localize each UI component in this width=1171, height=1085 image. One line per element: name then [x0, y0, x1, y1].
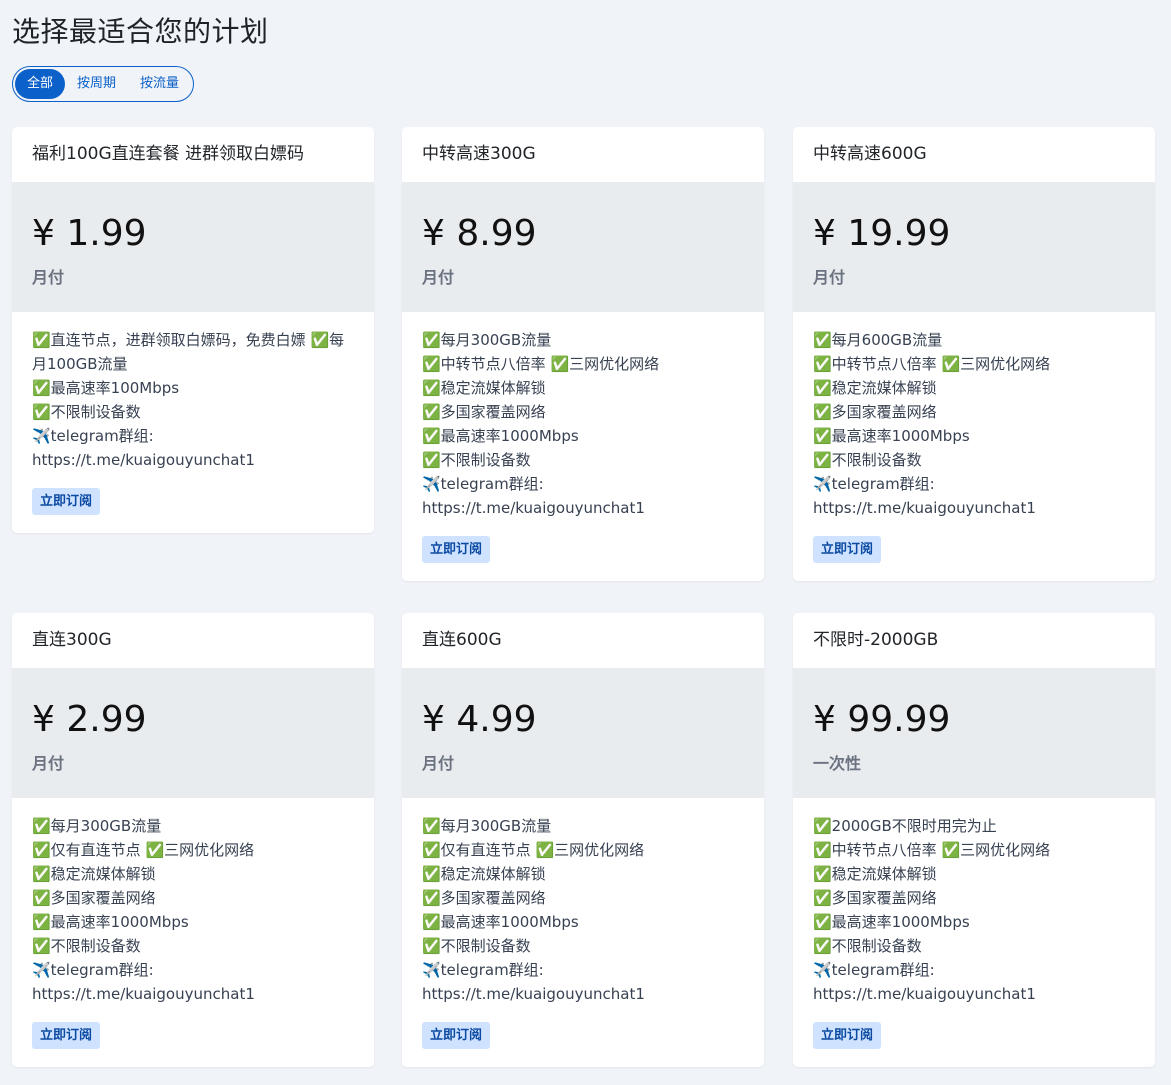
- plan-body: ✅直连节点，进群领取白嫖码，免费白嫖 ✅每月100GB流量 ✅最高速率100Mb…: [12, 312, 374, 533]
- filter-tab-all[interactable]: 全部: [15, 69, 66, 99]
- plan-features: ✅每月300GB流量 ✅中转节点八倍率 ✅三网优化网络 ✅稳定流媒体解锁 ✅多国…: [422, 331, 660, 517]
- plan-features: ✅每月600GB流量 ✅中转节点八倍率 ✅三网优化网络 ✅稳定流媒体解锁 ✅多国…: [813, 331, 1051, 517]
- plan-cycle: 月付: [422, 754, 455, 773]
- plan-cycle: 一次性: [813, 754, 862, 773]
- plan-body: ✅2000GB不限时用完为止 ✅中转节点八倍率 ✅三网优化网络 ✅稳定流媒体解锁…: [793, 798, 1155, 1067]
- plan-card: 直连600G ¥ 4.99 月付 ✅每月300GB流量 ✅仅有直连节点 ✅三网优…: [402, 613, 764, 1067]
- plan-price-box: ¥ 8.99 月付: [402, 182, 764, 312]
- plan-body: ✅每月600GB流量 ✅中转节点八倍率 ✅三网优化网络 ✅稳定流媒体解锁 ✅多国…: [793, 312, 1155, 581]
- plan-card: 不限时-2000GB ¥ 99.99 一次性 ✅2000GB不限时用完为止 ✅中…: [793, 613, 1155, 1067]
- plan-price: ¥ 4.99: [422, 699, 537, 740]
- plan-price: ¥ 1.99: [32, 213, 147, 254]
- plan-name: 福利100G直连套餐 进群领取白嫖码: [32, 144, 305, 164]
- plan-name: 不限时-2000GB: [813, 630, 939, 650]
- filter-tab-by-period[interactable]: 按周期: [65, 69, 128, 99]
- plan-cycle: 月付: [32, 754, 65, 773]
- plan-price-box: ¥ 2.99 月付: [12, 668, 374, 798]
- plan-card: 中转高速300G ¥ 8.99 月付 ✅每月300GB流量 ✅中转节点八倍率 ✅…: [402, 127, 764, 581]
- plan-price: ¥ 99.99: [813, 699, 951, 740]
- plan-name: 中转高速600G: [813, 144, 927, 164]
- plan-cycle: 月付: [813, 268, 846, 287]
- filter-tab-group: 全部 按周期 按流量: [12, 66, 195, 102]
- plan-name: 直连300G: [32, 630, 112, 650]
- plan-name: 直连600G: [422, 630, 502, 650]
- subscribe-button[interactable]: 立即订阅: [32, 1022, 101, 1049]
- subscribe-button[interactable]: 立即订阅: [813, 1022, 882, 1049]
- plan-price: ¥ 2.99: [32, 699, 147, 740]
- plan-features: ✅2000GB不限时用完为止 ✅中转节点八倍率 ✅三网优化网络 ✅稳定流媒体解锁…: [813, 817, 1051, 1003]
- subscribe-button[interactable]: 立即订阅: [813, 536, 882, 563]
- plan-name: 中转高速300G: [422, 144, 536, 164]
- plan-features: ✅直连节点，进群领取白嫖码，免费白嫖 ✅每月100GB流量 ✅最高速率100Mb…: [32, 331, 345, 469]
- plan-price: ¥ 19.99: [813, 213, 951, 254]
- plan-price: ¥ 8.99: [422, 213, 537, 254]
- subscribe-button[interactable]: 立即订阅: [422, 1022, 491, 1049]
- plan-card: 中转高速600G ¥ 19.99 月付 ✅每月600GB流量 ✅中转节点八倍率 …: [793, 127, 1155, 581]
- plan-price-box: ¥ 99.99 一次性: [793, 668, 1155, 798]
- plan-features: ✅每月300GB流量 ✅仅有直连节点 ✅三网优化网络 ✅稳定流媒体解锁 ✅多国家…: [422, 817, 645, 1003]
- page-title: 选择最适合您的计划: [12, 15, 269, 48]
- plan-price-box: ¥ 1.99 月付: [12, 182, 374, 312]
- plan-cycle: 月付: [32, 268, 65, 287]
- pricing-page: 选择最适合您的计划 全部 按周期 按流量 福利100G直连套餐 进群领取白嫖码 …: [0, 0, 1171, 1085]
- plan-price-box: ¥ 4.99 月付: [402, 668, 764, 798]
- plan-price-box: ¥ 19.99 月付: [793, 182, 1155, 312]
- filter-tab-by-traffic[interactable]: 按流量: [128, 69, 191, 99]
- plan-features: ✅每月300GB流量 ✅仅有直连节点 ✅三网优化网络 ✅稳定流媒体解锁 ✅多国家…: [32, 817, 255, 1003]
- subscribe-button[interactable]: 立即订阅: [32, 488, 101, 515]
- plan-body: ✅每月300GB流量 ✅中转节点八倍率 ✅三网优化网络 ✅稳定流媒体解锁 ✅多国…: [402, 312, 764, 581]
- plan-body: ✅每月300GB流量 ✅仅有直连节点 ✅三网优化网络 ✅稳定流媒体解锁 ✅多国家…: [402, 798, 764, 1067]
- plan-body: ✅每月300GB流量 ✅仅有直连节点 ✅三网优化网络 ✅稳定流媒体解锁 ✅多国家…: [12, 798, 374, 1067]
- plan-card: 直连300G ¥ 2.99 月付 ✅每月300GB流量 ✅仅有直连节点 ✅三网优…: [12, 613, 374, 1067]
- plan-cycle: 月付: [422, 268, 455, 287]
- subscribe-button[interactable]: 立即订阅: [422, 536, 491, 563]
- plan-card: 福利100G直连套餐 进群领取白嫖码 ¥ 1.99 月付 ✅直连节点，进群领取白…: [12, 127, 374, 533]
